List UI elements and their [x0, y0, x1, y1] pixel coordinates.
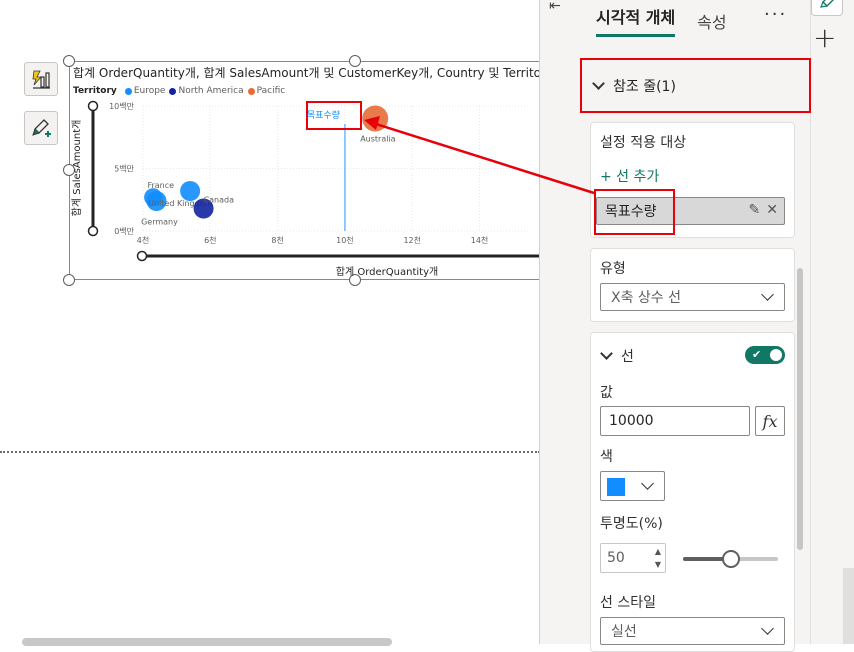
transparency-value: 50 [607, 550, 625, 566]
more-options-icon[interactable]: ··· [764, 4, 787, 25]
x-tick-label: 14천 [471, 235, 489, 245]
highlight-chart-label [306, 101, 362, 130]
chevron-down-icon [600, 347, 613, 360]
data-point-label: Germany [141, 217, 178, 226]
pane-tabs: 시각적 개체 속성 [596, 4, 749, 37]
data-point-label: Australia [360, 135, 395, 144]
color-label: 색 [600, 449, 613, 465]
tab-general[interactable]: 속성 [697, 9, 726, 33]
slider-knob[interactable] [721, 550, 740, 568]
data-point [362, 105, 389, 132]
type-dropdown[interactable]: X축 상수 선 [600, 283, 785, 311]
add-pane-icon[interactable]: + [813, 22, 836, 54]
x-axis-title: 합계 OrderQuantity개 [336, 266, 438, 278]
close-icon[interactable]: ✕ [766, 202, 778, 218]
spin-down-icon[interactable]: ▼ [655, 560, 661, 569]
value-label: 값 [600, 385, 613, 401]
type-dropdown-value: X축 상수 선 [611, 290, 682, 306]
tab-visual[interactable]: 시각적 개체 [596, 4, 676, 37]
pencil-icon[interactable]: ✎ [749, 202, 761, 218]
type-label: 유형 [600, 261, 626, 277]
apply-to-label: 설정 적용 대상 [600, 135, 687, 151]
line-style-label: 선 스타일 [600, 595, 656, 611]
page-boundary [0, 451, 540, 453]
x-tick-label: 10천 [336, 235, 354, 245]
pane-rail [810, 0, 854, 644]
line-section-title: 선 [621, 349, 634, 365]
line-style-dropdown[interactable]: 실선 [600, 617, 785, 645]
pane-collapse-icon[interactable]: ⇤ [549, 0, 561, 14]
line-section-header[interactable]: 선 [600, 346, 634, 366]
line-toggle[interactable]: ✔ [745, 346, 785, 364]
spin-up-icon[interactable]: ▲ [655, 547, 661, 556]
x-tick-label: 6천 [204, 235, 216, 245]
rail-scroll-strip [843, 568, 854, 644]
data-point-label: Canada [204, 196, 235, 205]
line-style-value: 실선 [611, 624, 637, 640]
x-tick-label: 8천 [271, 235, 283, 245]
pane-scrollbar-thumb[interactable] [797, 268, 803, 550]
data-point [180, 181, 201, 201]
chevron-down-icon [641, 477, 654, 490]
transparency-label: 투명도(%) [600, 516, 663, 532]
x-tick-label: 12천 [403, 235, 421, 245]
y-tick-label: 5백만 [114, 164, 134, 174]
x-tick-label: 4천 [137, 235, 149, 245]
value-input[interactable] [600, 406, 750, 436]
y-zoom-handle-bottom [87, 225, 99, 237]
transparency-slider[interactable] [683, 550, 778, 568]
color-swatch [607, 478, 625, 496]
y-tick-label: 0백만 [114, 226, 134, 236]
scatter-chart[interactable]: 0백만 5백만 10백만 4천 6천 8천 10천 12천 14천 합계 SalesAmount개… [0, 0, 540, 290]
chevron-down-icon [761, 288, 774, 301]
y-tick-label: 10백만 [109, 101, 135, 111]
color-picker[interactable] [600, 471, 665, 501]
check-icon: ✔ [752, 348, 762, 361]
highlight-line-item [594, 189, 675, 235]
highlight-section-header [580, 58, 811, 113]
transparency-spinner[interactable]: 50 ▲ ▼ [600, 543, 666, 573]
format-pane-rail-tab[interactable] [811, 0, 843, 16]
y-axis-title: 합계 SalesAmount개 [71, 120, 83, 217]
y-zoom-handle-top [87, 100, 99, 112]
fx-button[interactable]: fx [755, 406, 785, 436]
chevron-down-icon [761, 622, 774, 635]
add-line-link[interactable]: + 선 추가 [600, 166, 659, 186]
x-zoom-handle-left [136, 250, 148, 262]
horizontal-scrollbar[interactable] [22, 638, 392, 646]
toggle-knob [770, 349, 782, 361]
